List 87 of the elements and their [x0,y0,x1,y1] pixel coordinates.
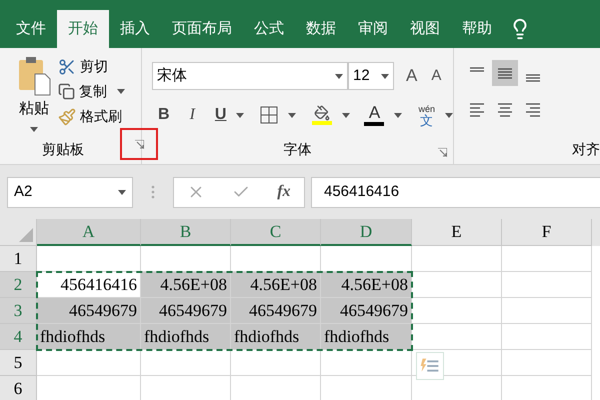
caret-icon[interactable] [342,112,350,118]
caret-icon[interactable] [118,190,126,194]
grid-cell[interactable] [321,246,412,272]
paste-button[interactable]: 粘贴 [14,56,54,134]
grid-cell[interactable] [231,350,321,376]
triangle-icon [19,228,33,242]
copy-icon [58,83,75,100]
group-label: 字体 [284,140,312,158]
grid-cell[interactable]: 46549679 [231,298,321,324]
caret-icon[interactable] [236,112,244,118]
grid-cell[interactable] [412,246,502,272]
grid-cell[interactable] [231,246,321,272]
caret-icon[interactable] [30,126,38,132]
column-header[interactable]: D [321,219,412,246]
grid-cell[interactable] [141,350,231,376]
borders-icon[interactable] [260,106,278,124]
grid-cell[interactable]: 4.56E+08 [321,272,412,298]
ribbon-tab[interactable]: 审阅 [347,10,399,48]
font-size-field[interactable]: 12 [348,62,394,90]
column-header[interactable]: C [231,219,321,246]
grid-cell[interactable]: fhdiofhds [231,324,321,350]
dialog-launcher-icon[interactable] [134,140,144,148]
ribbon-tab[interactable]: 插入 [109,10,161,48]
formula-field[interactable]: 456416416 [311,176,600,208]
caret-icon[interactable] [394,112,402,118]
grid-cell[interactable]: 456416416 [37,272,141,298]
row-header[interactable]: 4 [0,324,37,350]
grid-cell[interactable] [502,272,592,298]
bold-button[interactable]: B [158,103,170,127]
grid-cell[interactable] [502,298,592,324]
column-header[interactable]: B [141,219,231,246]
caret-icon[interactable] [381,74,390,78]
dialog-launcher[interactable] [438,148,447,157]
grid-cell[interactable] [412,298,502,324]
row-header[interactable]: 6 [0,376,37,400]
shrink-font-button[interactable]: A [431,64,442,88]
ribbon-tab[interactable]: 帮助 [451,10,503,48]
grid-cell[interactable]: 46549679 [321,298,412,324]
row-header[interactable]: 1 [0,246,37,272]
grid-cell[interactable] [141,246,231,272]
cut-button[interactable]: 剪切 [58,56,125,77]
clipboard-icon [17,56,51,96]
name-box[interactable]: A2 [7,176,133,208]
grid-cell[interactable] [502,324,592,350]
fill-color-icon[interactable] [312,105,332,125]
align-icon[interactable] [492,60,518,86]
grid-cell[interactable] [502,246,592,272]
ribbon-tab[interactable]: 视图 [399,10,451,48]
font-color-button[interactable]: A [364,104,384,126]
row-header[interactable]: 5 [0,350,37,376]
ribbon-tab[interactable]: 文件 [5,10,57,48]
column-header[interactable]: A [37,219,141,246]
grid-cell[interactable]: 4.56E+08 [231,272,321,298]
italic-button[interactable]: I [190,103,195,127]
grow-font-button[interactable]: A [406,63,418,89]
brush-icon [58,108,76,126]
format-painter-button[interactable]: 格式刷 [58,106,125,127]
copy-button[interactable]: 复制 [58,81,125,102]
grip-icon [151,185,155,199]
grid-cell[interactable]: fhdiofhds [141,324,231,350]
grid-cell[interactable]: fhdiofhds [321,324,412,350]
caret-icon[interactable] [335,74,344,78]
ribbon-tab[interactable]: 数据 [295,10,347,48]
caret-icon[interactable] [445,112,453,118]
ribbon-tab[interactable]: 公式 [243,10,295,48]
grid-cell[interactable]: 46549679 [37,298,141,324]
ribbon-tab[interactable]: 开始 [57,10,109,48]
grid-cell[interactable]: 46549679 [141,298,231,324]
grid-cell[interactable] [502,350,592,376]
caret-icon[interactable] [117,89,125,94]
grid-cell[interactable] [321,350,412,376]
row-header[interactable]: 3 [0,298,37,324]
ribbon-tab[interactable]: 页面布局 [161,10,243,48]
scissors-icon [58,58,76,76]
grid-cell[interactable]: fhdiofhds [37,324,141,350]
caret-icon[interactable] [288,112,296,118]
grid-cell[interactable]: 4.56E+08 [141,272,231,298]
font-name-field[interactable]: 宋体 [152,62,348,90]
grid-cell[interactable] [412,324,502,350]
group-label: 剪贴板 [42,140,84,158]
underline-button[interactable]: U [214,103,226,127]
grid-cell[interactable] [37,350,141,376]
grid-cell[interactable] [412,272,502,298]
phonetic-guide-button[interactable]: wén 文 [418,104,435,126]
group-label: 对齐 [572,140,600,158]
insert-function-button[interactable]: fx [277,180,291,204]
row-header[interactable]: 2 [0,272,37,298]
